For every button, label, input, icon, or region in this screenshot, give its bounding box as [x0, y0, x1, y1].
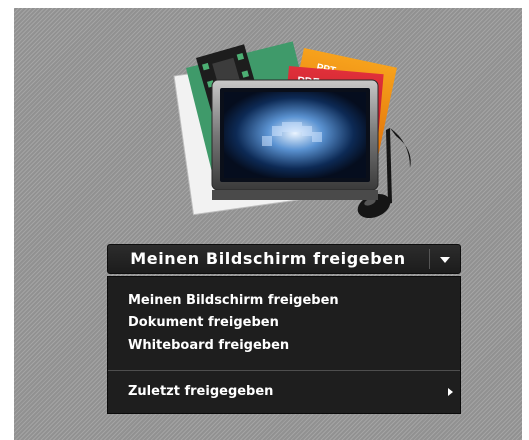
share-screen-button-label: Meinen Bildschirm freigeben	[130, 249, 406, 268]
chevron-down-icon[interactable]	[430, 245, 460, 273]
menu-item-share-whiteboard[interactable]: Whiteboard freigeben	[128, 338, 438, 353]
menu-item-recently-shared[interactable]: Zuletzt freigegeben	[128, 384, 438, 399]
menu-item-share-document[interactable]: Dokument freigeben	[128, 315, 438, 330]
menu-item-share-screen[interactable]: Meinen Bildschirm freigeben	[128, 293, 438, 308]
share-pod: PPT PDF	[14, 8, 522, 440]
share-media-icon: PPT PDF	[173, 41, 411, 219]
menu-separator	[108, 370, 460, 371]
share-screen-button[interactable]: Meinen Bildschirm freigeben	[107, 244, 461, 274]
share-menu: Meinen Bildschirm freigeben Dokument fre…	[107, 276, 461, 414]
chevron-right-icon[interactable]	[448, 388, 453, 396]
